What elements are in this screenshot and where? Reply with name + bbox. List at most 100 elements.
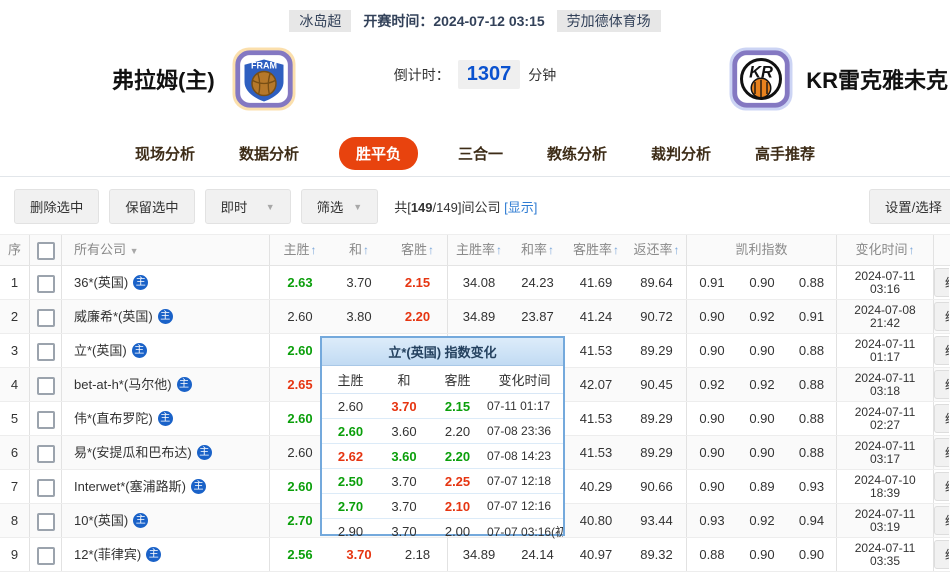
draw-rate: 23.87 xyxy=(510,300,565,333)
kelly-3: 0.88 xyxy=(787,368,837,401)
row-checkbox[interactable] xyxy=(37,445,55,463)
return-rate: 90.66 xyxy=(627,470,687,503)
popup-change-time: 07-07 12:18 xyxy=(486,474,563,488)
keep-selected-button[interactable]: 保留选中 xyxy=(109,189,194,224)
company-cell[interactable]: 威廉希*(英国)主 xyxy=(62,300,270,333)
popup-away-odds: 2.25 xyxy=(429,474,486,489)
row-action-button[interactable]: 统 xyxy=(934,370,949,399)
change-date: 2024-07-11 xyxy=(837,270,933,283)
header-action xyxy=(934,235,949,265)
sort-up-icon: ↑ xyxy=(674,243,680,257)
company-cell[interactable]: 立*(英国)主 xyxy=(62,334,270,367)
kelly-1: 0.91 xyxy=(687,266,737,299)
return-rate: 90.72 xyxy=(627,300,687,333)
away-rate: 42.07 xyxy=(565,368,627,401)
change-time-cell: 2024-07-1103:18 xyxy=(837,368,934,401)
delete-selected-button[interactable]: 删除选中 xyxy=(14,189,99,224)
kelly-1: 0.90 xyxy=(687,436,737,469)
away-odds: 2.15 xyxy=(388,266,448,299)
change-date: 2024-07-11 xyxy=(837,372,933,385)
odds-change-popup: 立*(英国) 指数变化 主胜 和 客胜 变化时间 2.603.702.1507-… xyxy=(320,336,565,536)
kelly-1: 0.93 xyxy=(687,504,737,537)
change-time: 21:42 xyxy=(837,317,933,330)
row-checkbox[interactable] xyxy=(37,343,55,361)
filter-dropdown[interactable]: 筛选 ▼ xyxy=(301,189,379,224)
change-date: 2024-07-11 xyxy=(837,440,933,453)
row-action-button[interactable]: 统 xyxy=(934,472,949,501)
tab-高手推荐[interactable]: 高手推荐 xyxy=(751,137,819,170)
tab-教练分析[interactable]: 教练分析 xyxy=(543,137,611,170)
change-time: 01:17 xyxy=(837,351,933,364)
header-home-odds[interactable]: 主胜↑ xyxy=(270,235,330,265)
company-name: 易*(安提瓜和巴布达) xyxy=(74,436,192,469)
sort-up-icon: ↑ xyxy=(613,243,619,257)
row-checkbox[interactable] xyxy=(37,513,55,531)
header-return-rate[interactable]: 返还率↑ xyxy=(627,235,687,265)
company-cell[interactable]: Interwet*(塞浦路斯)主 xyxy=(62,470,270,503)
change-time-cell: 2024-07-1103:16 xyxy=(837,266,934,299)
tab-现场分析[interactable]: 现场分析 xyxy=(131,137,199,170)
row-action-button[interactable]: 统 xyxy=(934,302,949,331)
popup-draw-odds: 3.70 xyxy=(379,474,429,489)
change-time-cell: 2024-07-1103:17 xyxy=(837,436,934,469)
countdown-value: 1307 xyxy=(458,60,521,89)
row-checkbox[interactable] xyxy=(37,309,55,327)
sort-up-icon: ↑ xyxy=(548,243,554,257)
change-time: 03:16 xyxy=(837,283,933,296)
company-cell[interactable]: 10*(英国)主 xyxy=(62,504,270,537)
row-action-button[interactable]: 统 xyxy=(934,506,949,535)
company-cell[interactable]: bet-at-h*(马尔他)主 xyxy=(62,368,270,401)
tab-三合一[interactable]: 三合一 xyxy=(454,137,507,170)
popup-header-home: 主胜 xyxy=(322,370,379,389)
company-cell[interactable]: 伟*(直布罗陀)主 xyxy=(62,402,270,435)
host-company-icon: 主 xyxy=(133,513,148,528)
show-link[interactable]: [显示] xyxy=(504,200,537,215)
row-checkbox[interactable] xyxy=(37,547,55,565)
header-change-time[interactable]: 变化时间↑ xyxy=(837,235,934,265)
header-draw-rate[interactable]: 和率↑ xyxy=(510,235,565,265)
tab-数据分析[interactable]: 数据分析 xyxy=(235,137,303,170)
popup-away-odds: 2.10 xyxy=(429,499,486,514)
away-rate: 41.53 xyxy=(565,402,627,435)
header-away-rate[interactable]: 客胜率↑ xyxy=(565,235,627,265)
header-home-rate[interactable]: 主胜率↑ xyxy=(448,235,510,265)
row-number: 3 xyxy=(0,334,30,367)
change-time: 02:27 xyxy=(837,419,933,432)
company-cell[interactable]: 36*(英国)主 xyxy=(62,266,270,299)
row-checkbox[interactable] xyxy=(37,411,55,429)
company-name: 36*(英国) xyxy=(74,266,128,299)
popup-home-odds: 2.50 xyxy=(322,474,379,489)
row-checkbox[interactable] xyxy=(37,377,55,395)
company-count: 共[149/149]间公司 [显示] xyxy=(394,197,537,216)
home-odds: 2.63 xyxy=(270,266,330,299)
action-cell: 统 xyxy=(934,504,949,537)
tab-裁判分析[interactable]: 裁判分析 xyxy=(647,137,715,170)
chevron-down-icon: ▼ xyxy=(266,202,275,212)
row-action-button[interactable]: 统 xyxy=(934,404,949,433)
row-checkbox[interactable] xyxy=(37,275,55,293)
row-action-button[interactable]: 统 xyxy=(934,336,949,365)
instant-dropdown[interactable]: 即时 ▼ xyxy=(205,189,291,224)
header-away-odds[interactable]: 客胜↑ xyxy=(388,235,448,265)
row-checkbox[interactable] xyxy=(37,479,55,497)
tab-胜平负[interactable]: 胜平负 xyxy=(339,137,418,170)
change-date: 2024-07-11 xyxy=(837,406,933,419)
header-company[interactable]: 所有公司 ▼ xyxy=(62,235,270,265)
header-draw-odds[interactable]: 和↑ xyxy=(330,235,388,265)
settings-select-button[interactable]: 设置/选择 xyxy=(869,189,950,224)
company-cell[interactable]: 易*(安提瓜和巴布达)主 xyxy=(62,436,270,469)
row-action-button[interactable]: 统 xyxy=(934,268,949,297)
return-rate: 89.29 xyxy=(627,334,687,367)
popup-change-time: 07-11 01:17 xyxy=(486,399,563,413)
select-all-checkbox[interactable] xyxy=(37,242,55,260)
table-header: 序 所有公司 ▼ 主胜↑ 和↑ 客胜↑ 主胜率↑ 和率↑ 客胜率↑ 返还率↑ 凯… xyxy=(0,234,950,266)
kelly-2: 0.90 xyxy=(737,266,787,299)
home-odds: 2.60 xyxy=(270,300,330,333)
row-number: 8 xyxy=(0,504,30,537)
row-action-button[interactable]: 统 xyxy=(934,438,949,467)
row-number: 7 xyxy=(0,470,30,503)
change-time: 03:19 xyxy=(837,521,933,534)
kelly-3: 0.88 xyxy=(787,436,837,469)
return-rate: 90.45 xyxy=(627,368,687,401)
away-rate: 40.29 xyxy=(565,470,627,503)
